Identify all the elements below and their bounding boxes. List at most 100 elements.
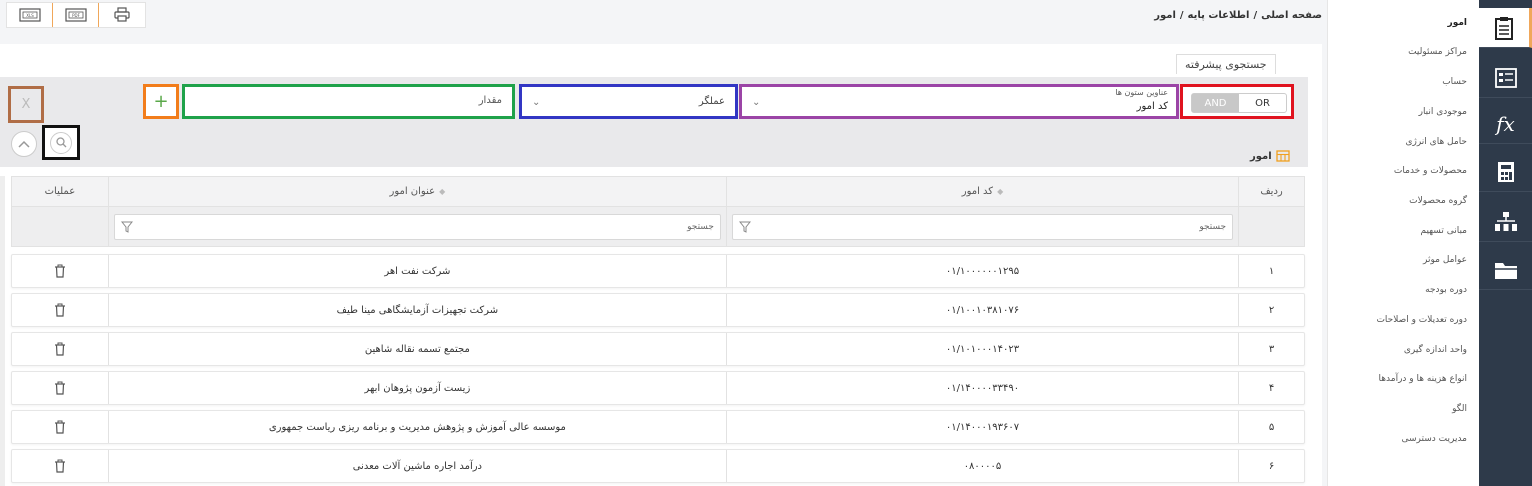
sidebar-item-cost-income-types[interactable]: انواع هزینه ها و درآمدها [1379, 374, 1467, 384]
breadcrumb-home[interactable]: صفحه اصلی [1261, 10, 1322, 21]
row-actions [12, 255, 109, 287]
row-index: ۲ [1268, 304, 1275, 316]
export-excel-button[interactable]: XLS [7, 3, 53, 27]
operator-select-value: عملگر [698, 96, 725, 107]
row-actions [12, 450, 109, 482]
sidebar-item-allocation-bases[interactable]: مبانی تسهیم [1420, 226, 1467, 236]
table-row[interactable]: شرکت نفت اهر ۰۱/۱۰۰۰۰۰۰۱۲۹۵ ۱ [11, 254, 1305, 288]
rail-org-chart[interactable] [1479, 202, 1532, 242]
sidebar-item-affairs[interactable]: امور [1448, 18, 1467, 28]
trash-icon[interactable] [54, 420, 66, 434]
col-header-code[interactable]: کد امور ◆ [727, 177, 1240, 206]
filter-title-cell: جستجو [109, 207, 727, 246]
export-pdf-button[interactable]: PDF [53, 3, 99, 27]
trash-icon[interactable] [54, 303, 66, 317]
table-row[interactable]: زیست آزمون پژوهان ابهر ۰۱/۱۴۰۰۰۰۳۳۴۹۰ ۴ [11, 371, 1305, 405]
sidebar-item-adjustment-period[interactable]: دوره تعدیلات و اصلاحات [1376, 315, 1467, 325]
affairs-table: عملیات عنوان امور ◆ کد امور ◆ ردیف جستجو ج… [11, 176, 1305, 486]
trash-icon[interactable] [54, 342, 66, 356]
printer-icon [114, 7, 130, 22]
sidebar-item-inventory[interactable]: موجودی انبار [1419, 107, 1467, 117]
row-title: زیست آزمون پژوهان ابهر [109, 372, 727, 404]
trash-icon[interactable] [54, 264, 66, 278]
column-select[interactable]: عناوین ستون ها کد امور ⌄ [739, 84, 1179, 119]
rail-clipboard[interactable] [1479, 8, 1532, 48]
value-input[interactable]: مقدار [182, 84, 515, 119]
form-list-icon [1494, 67, 1517, 88]
chevron-down-icon: ⌄ [532, 97, 541, 108]
row-code: ۰۱/۱۰۰۱۰۳۸۱۰۷۶ [727, 294, 1240, 326]
column-select-value: کد امور [1136, 101, 1168, 112]
sidebar-item-effective-factors[interactable]: عوامل موثر [1423, 255, 1467, 265]
advanced-search-tab[interactable]: جستجوی پیشرفته [1176, 54, 1276, 74]
table-row[interactable]: شرکت تجهیزات آزمایشگاهی مینا طیف ۰۱/۱۰۰۱… [11, 293, 1305, 327]
col-header-index: ردیف [1260, 186, 1283, 197]
org-chart-icon [1494, 211, 1517, 231]
collapse-search-button[interactable] [11, 131, 37, 157]
sidebar-item-account[interactable]: حساب [1442, 77, 1467, 87]
plus-icon: + [153, 91, 169, 112]
search-button[interactable] [42, 125, 80, 160]
sort-icon[interactable]: ◆ [997, 187, 1003, 196]
export-toolbar: XLS PDF [6, 2, 146, 28]
title-filter-input[interactable]: جستجو [113, 213, 721, 240]
grid-title-text: امور [1250, 150, 1272, 162]
or-option[interactable]: OR [1239, 94, 1286, 112]
col-header-ops: عملیات [12, 177, 109, 206]
table-filter-row: جستجو جستجو [11, 207, 1305, 247]
breadcrumb: صفحه اصلی/اطلاعات پایه/امور [1154, 10, 1322, 21]
table-row[interactable]: موسسه عالی آموزش و پژوهش مدیریت و برنامه… [11, 410, 1305, 444]
rail-functions[interactable]: fx [1479, 104, 1532, 144]
row-actions [12, 333, 109, 365]
sidebar-item-energy-carriers[interactable]: حامل های انرژی [1405, 137, 1467, 147]
operator-select[interactable]: عملگر ⌄ [519, 84, 738, 119]
row-actions [12, 294, 109, 326]
clear-conditions-button[interactable]: X [8, 86, 44, 123]
filter-icon[interactable] [120, 221, 133, 233]
row-code: ۰۱/۱۰۰۰۰۰۰۱۲۹۵ [727, 255, 1240, 287]
function-fx-icon: fx [1496, 111, 1515, 136]
table-row[interactable]: درآمد اجاره ماشین آلات معدنی ۰۸۰۰۰۰۵ ۶ [11, 449, 1305, 483]
breadcrumb-current: امور [1154, 10, 1176, 21]
row-actions [12, 372, 109, 404]
filter-icon[interactable] [738, 221, 751, 233]
column-select-label: عناوین ستون ها [1115, 88, 1168, 97]
trash-icon[interactable] [54, 381, 66, 395]
sidebar-item-budget-period[interactable]: دوره بودجه [1425, 285, 1467, 295]
sidebar-item-access-management[interactable]: مدیریت دسترسی [1402, 434, 1468, 444]
sidebar-item-product-groups[interactable]: گروه محصولات [1409, 196, 1467, 206]
add-condition-button[interactable]: + [143, 84, 179, 119]
rail-folder[interactable] [1479, 250, 1532, 290]
filter-ops-cell [12, 207, 109, 246]
row-title: شرکت نفت اهر [109, 255, 727, 287]
chevron-up-icon [18, 140, 30, 148]
row-code: ۰۱/۱۰۱۰۰۰۱۴۰۲۳ [727, 333, 1240, 365]
rail-form-list[interactable] [1479, 58, 1532, 98]
table-header: عملیات عنوان امور ◆ کد امور ◆ ردیف [11, 176, 1305, 207]
filter-index-cell [1239, 207, 1304, 246]
scrollbar[interactable] [0, 176, 5, 486]
svg-text:PDF: PDF [72, 13, 80, 18]
grid-title: امور [1250, 148, 1308, 164]
sidebar-item-responsibility-centers[interactable]: مراکز مسئولیت [1408, 47, 1467, 57]
print-button[interactable] [99, 3, 145, 27]
breadcrumb-section[interactable]: اطلاعات پایه [1188, 10, 1250, 21]
col-header-title[interactable]: عنوان امور ◆ [109, 177, 727, 206]
sort-icon[interactable]: ◆ [439, 187, 445, 196]
row-code: ۰۱/۱۴۰۰۰۱۹۳۶۰۷ [727, 411, 1240, 443]
table-row[interactable]: مجتمع تسمه نقاله شاهین ۰۱/۱۰۱۰۰۰۱۴۰۲۳ ۳ [11, 332, 1305, 366]
logic-toggle: AND OR [1180, 84, 1294, 119]
close-icon: X [21, 97, 31, 112]
sidebar-item-products-services[interactable]: محصولات و خدمات [1394, 166, 1467, 176]
search-button-circle [50, 131, 72, 154]
code-filter-input[interactable]: جستجو [731, 213, 1234, 240]
and-option[interactable]: AND [1192, 94, 1239, 112]
filter-code-cell: جستجو [727, 207, 1240, 246]
sidebar-item-units[interactable]: واحد اندازه گیری [1404, 345, 1467, 355]
trash-icon[interactable] [54, 459, 66, 473]
and-or-switch[interactable]: AND OR [1191, 93, 1287, 113]
sidebar-menu: امور مراکز مسئولیت حساب موجودی انبار حام… [1327, 0, 1479, 486]
sidebar-item-template[interactable]: الگو [1452, 404, 1467, 414]
rail-calculator[interactable] [1479, 152, 1532, 192]
row-index: ۳ [1268, 343, 1275, 355]
